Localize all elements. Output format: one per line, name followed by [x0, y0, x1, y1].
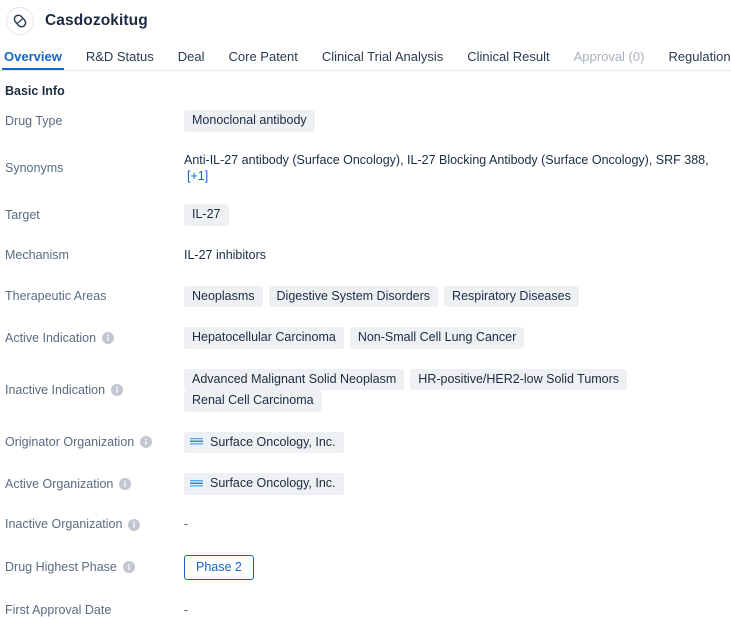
- value-first-approval-date: -: [184, 604, 731, 617]
- mechanism-text: IL-27 inhibitors: [184, 248, 266, 263]
- tag-chip[interactable]: IL-27: [184, 204, 229, 226]
- label-originator-organization: Originator Organization: [5, 436, 184, 449]
- tag-chip[interactable]: Advanced Malignant Solid Neoplasm: [184, 368, 405, 390]
- organization-name: Surface Oncology, Inc.: [210, 434, 336, 449]
- synonyms-text: Anti-IL-27 antibody (Surface Oncology), …: [184, 152, 709, 167]
- label-target: Target: [5, 207, 184, 222]
- label-text: Active Organization: [5, 476, 114, 491]
- row-inactive-indication: Inactive Indication Advanced Malignant S…: [0, 368, 731, 412]
- info-icon[interactable]: [140, 436, 153, 449]
- empty-value: -: [184, 602, 189, 617]
- status-badge[interactable]: Phase 2: [184, 554, 254, 580]
- row-first-approval-date: First Approval Date -: [0, 600, 731, 620]
- row-originator-organization: Originator Organization Surface Oncology…: [0, 431, 731, 453]
- info-icon[interactable]: [102, 331, 115, 344]
- tag-chip[interactable]: Neoplasms: [184, 285, 263, 307]
- row-active-indication: Active Indication Hepatocellular Carcino…: [0, 327, 731, 349]
- row-synonyms: Synonyms Anti-IL-27 antibody (Surface On…: [0, 152, 731, 185]
- label-inactive-indication: Inactive Indication: [5, 384, 184, 397]
- info-icon[interactable]: [111, 384, 124, 396]
- label-text: Drug Type: [5, 113, 63, 128]
- info-icon[interactable]: [128, 518, 141, 531]
- organization-chip[interactable]: Surface Oncology, Inc.: [184, 431, 344, 453]
- info-icon[interactable]: [119, 477, 132, 490]
- label-therapeutic-areas: Therapeutic Areas: [5, 290, 184, 303]
- row-therapeutic-areas: Therapeutic Areas Neoplasms Digestive Sy…: [0, 285, 731, 307]
- label-text: Target: [5, 207, 40, 222]
- tag-chip[interactable]: Respiratory Diseases: [444, 285, 579, 307]
- tag-chip[interactable]: Digestive System Disorders: [268, 285, 439, 307]
- label-text: Active Indication: [5, 330, 97, 345]
- tag-chip[interactable]: HR-positive/HER2-low Solid Tumors: [410, 368, 628, 390]
- label-active-organization: Active Organization: [5, 476, 184, 491]
- row-inactive-organization: Inactive Organization -: [0, 515, 731, 535]
- label-drug-type: Drug Type: [5, 113, 184, 128]
- tab-clinical-trial-analysis[interactable]: Clinical Trial Analysis: [322, 50, 443, 70]
- label-first-approval-date: First Approval Date: [5, 604, 184, 617]
- section-title-basic-info: Basic Info: [5, 84, 65, 98]
- basic-info-panel: Basic Info Drug Type Monoclonal antibody…: [0, 71, 731, 620]
- row-active-organization: Active Organization Surface Oncology, In…: [0, 473, 731, 495]
- empty-value: -: [184, 517, 189, 532]
- label-text: Originator Organization: [5, 435, 135, 449]
- label-text: Synonyms: [5, 160, 64, 175]
- label-text: Mechanism: [5, 248, 69, 263]
- tab-bar: Overview R&D Status Deal Core Patent Cli…: [0, 41, 731, 71]
- value-drug-highest-phase: Phase 2: [184, 554, 731, 580]
- drug-header: Casdozokitug: [0, 0, 731, 41]
- tab-rd-status[interactable]: R&D Status: [86, 50, 154, 70]
- organization-name: Surface Oncology, Inc.: [210, 476, 336, 490]
- value-mechanism: IL-27 inhibitors: [184, 249, 731, 262]
- value-target: IL-27: [184, 204, 731, 226]
- label-text: Therapeutic Areas: [5, 289, 107, 303]
- label-mechanism: Mechanism: [5, 249, 184, 262]
- tag-chip[interactable]: Renal Cell Carcinoma: [184, 390, 322, 412]
- synonyms-more-link[interactable]: [+1]: [187, 168, 208, 184]
- organization-chip[interactable]: Surface Oncology, Inc.: [184, 473, 344, 495]
- label-text: Drug Highest Phase: [5, 560, 117, 574]
- company-logo-icon: [189, 477, 204, 489]
- tab-overview[interactable]: Overview: [2, 50, 64, 70]
- label-text: Inactive Organization: [5, 517, 123, 532]
- tab-clinical-result[interactable]: Clinical Result: [467, 50, 549, 70]
- tab-regulation[interactable]: Regulation: [668, 50, 730, 70]
- value-originator-organization: Surface Oncology, Inc.: [184, 431, 731, 453]
- row-target: Target IL-27: [0, 204, 731, 226]
- row-drug-highest-phase: Drug Highest Phase Phase 2: [0, 554, 731, 580]
- value-inactive-indication: Advanced Malignant Solid Neoplasm HR-pos…: [184, 368, 731, 412]
- label-inactive-organization: Inactive Organization: [5, 518, 184, 531]
- tab-core-patent[interactable]: Core Patent: [229, 50, 298, 70]
- value-inactive-organization: -: [184, 518, 731, 531]
- label-active-indication: Active Indication: [5, 330, 184, 345]
- info-icon[interactable]: [122, 561, 135, 574]
- tag-chip[interactable]: Non-Small Cell Lung Cancer: [349, 327, 525, 349]
- tab-approval: Approval (0): [573, 49, 645, 64]
- value-active-organization: Surface Oncology, Inc.: [184, 473, 731, 495]
- value-therapeutic-areas: Neoplasms Digestive System Disorders Res…: [184, 285, 731, 307]
- company-logo-icon: [189, 436, 204, 448]
- label-drug-highest-phase: Drug Highest Phase: [5, 561, 184, 574]
- tag-chip[interactable]: Hepatocellular Carcinoma: [184, 327, 344, 349]
- value-drug-type: Monoclonal antibody: [184, 110, 731, 132]
- value-synonyms: Anti-IL-27 antibody (Surface Oncology), …: [184, 152, 731, 185]
- row-mechanism: Mechanism IL-27 inhibitors: [0, 246, 731, 266]
- label-synonyms: Synonyms: [5, 160, 184, 175]
- pill-capsule-icon: [6, 6, 34, 35]
- page-title: Casdozokitug: [45, 11, 148, 29]
- value-active-indication: Hepatocellular Carcinoma Non-Small Cell …: [184, 327, 731, 349]
- tag-chip[interactable]: Monoclonal antibody: [184, 110, 315, 132]
- label-text: Inactive Indication: [5, 382, 106, 397]
- row-drug-type: Drug Type Monoclonal antibody: [0, 110, 731, 132]
- tab-deal[interactable]: Deal: [178, 50, 205, 70]
- label-text: First Approval Date: [5, 602, 112, 617]
